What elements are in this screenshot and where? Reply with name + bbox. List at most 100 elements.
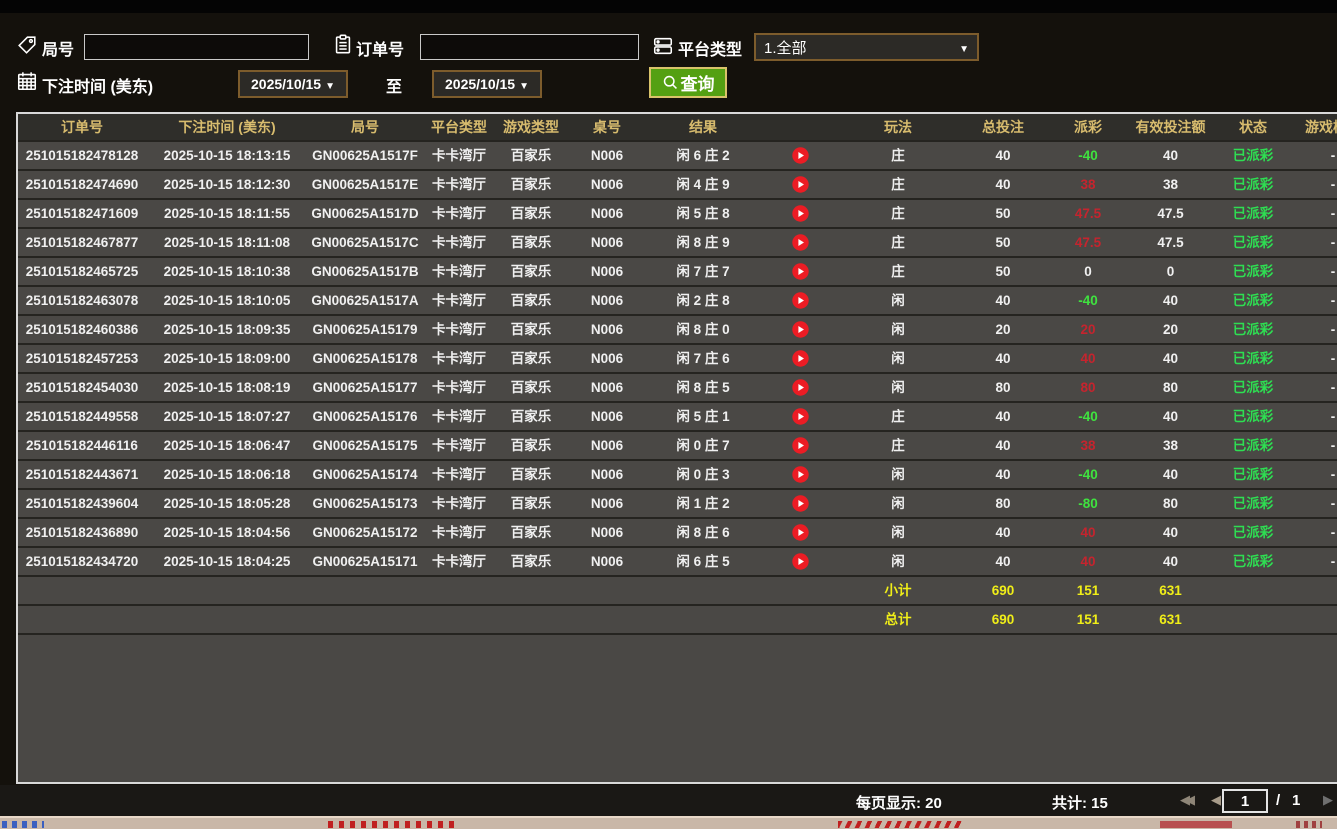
cell-order-number: 251015182446116 — [18, 432, 146, 459]
cell-result: 闲 8 庄 6 — [648, 519, 758, 546]
cell-round-number: GN00625A1517A — [308, 287, 422, 314]
cell-payout: 40 — [1053, 548, 1123, 575]
cell-result: 闲 8 庄 5 — [648, 374, 758, 401]
cell-game-type: 百家乐 — [496, 345, 566, 372]
cell-round-number: GN00625A15171 — [308, 548, 422, 575]
cell-total-bet: 50 — [953, 200, 1053, 227]
subtotal-valid-bet: 631 — [1123, 577, 1218, 604]
play-icon[interactable] — [792, 321, 809, 338]
cell-payout: -80 — [1053, 490, 1123, 517]
bet-time-label: 下注时间 (美东) — [42, 73, 153, 97]
cell-order-number: 251015182443671 — [18, 461, 146, 488]
column-header-0: 订单号 — [18, 114, 146, 140]
cell-order-number: 251015182436890 — [18, 519, 146, 546]
play-icon[interactable] — [792, 234, 809, 251]
cell-round-number: GN00625A15177 — [308, 374, 422, 401]
cell-video — [758, 200, 843, 227]
cell-round-number: GN00625A15178 — [308, 345, 422, 372]
date-from-picker[interactable]: 2025/10/15 — [238, 70, 348, 98]
cell-platform: 卡卡湾厅 — [422, 171, 496, 198]
cell-status: 已派彩 — [1218, 548, 1288, 575]
play-icon[interactable] — [792, 437, 809, 454]
column-header-2: 局号 — [308, 114, 422, 140]
cell-round-number: GN00625A1517F — [308, 142, 422, 169]
chevron-down-icon — [519, 76, 529, 92]
cell-bet-time: 2025-10-15 18:08:19 — [146, 374, 308, 401]
play-icon[interactable] — [792, 408, 809, 425]
grand-total-payout: 151 — [1053, 606, 1123, 633]
play-icon[interactable] — [792, 205, 809, 222]
column-header-1: 下注时间 (美东) — [146, 114, 308, 140]
play-icon[interactable] — [792, 350, 809, 367]
play-icon[interactable] — [792, 176, 809, 193]
column-header-13: 游戏模式 — [1288, 114, 1337, 140]
cell-order-number: 251015182460386 — [18, 316, 146, 343]
table-row: 251015182439604 2025-10-15 18:05:28 GN00… — [18, 488, 1337, 517]
date-to-picker[interactable]: 2025/10/15 — [432, 70, 542, 98]
table-body: 251015182478128 2025-10-15 18:13:15 GN00… — [18, 140, 1337, 575]
play-icon[interactable] — [792, 466, 809, 483]
cell-play-type: 庄 — [843, 171, 953, 198]
table-row: 251015182460386 2025-10-15 18:09:35 GN00… — [18, 314, 1337, 343]
cell-game-mode: - — [1288, 374, 1337, 401]
cell-game-type: 百家乐 — [496, 200, 566, 227]
table-row: 251015182457253 2025-10-15 18:09:00 GN00… — [18, 343, 1337, 372]
cell-round-number: GN00625A1517C — [308, 229, 422, 256]
column-header-10: 派彩 — [1053, 114, 1123, 140]
query-button-label: 查询 — [681, 70, 715, 95]
scoreboard-marks — [328, 821, 454, 828]
date-from-value: 2025/10/15 — [251, 76, 321, 92]
next-page-icon[interactable] — [1323, 792, 1333, 808]
query-button[interactable]: 查询 — [649, 67, 727, 98]
order-number-input[interactable] — [420, 34, 639, 60]
table-row: 251015182443671 2025-10-15 18:06:18 GN00… — [18, 459, 1337, 488]
platform-type-select[interactable]: 1.全部 — [754, 33, 979, 61]
cell-order-number: 251015182465725 — [18, 258, 146, 285]
play-icon[interactable] — [792, 553, 809, 570]
total-record-count: 共计: 15 — [1052, 792, 1108, 813]
cell-total-bet: 40 — [953, 403, 1053, 430]
cell-payout: 0 — [1053, 258, 1123, 285]
play-icon[interactable] — [792, 379, 809, 396]
play-icon[interactable] — [792, 495, 809, 512]
cell-result: 闲 0 庄 7 — [648, 432, 758, 459]
scoreboard-marks — [2, 821, 44, 828]
cell-bet-time: 2025-10-15 18:11:55 — [146, 200, 308, 227]
cell-table-number: N006 — [566, 200, 648, 227]
cell-result: 闲 2 庄 8 — [648, 287, 758, 314]
platform-type-label: 平台类型 — [678, 36, 742, 60]
round-number-input[interactable] — [84, 34, 309, 60]
cell-total-bet: 40 — [953, 345, 1053, 372]
cell-table-number: N006 — [566, 171, 648, 198]
play-icon[interactable] — [792, 524, 809, 541]
cell-status: 已派彩 — [1218, 287, 1288, 314]
play-icon[interactable] — [792, 292, 809, 309]
cell-payout: 47.5 — [1053, 200, 1123, 227]
play-icon[interactable] — [792, 147, 809, 164]
cell-total-bet: 40 — [953, 287, 1053, 314]
cell-video — [758, 548, 843, 575]
cell-valid-bet: 47.5 — [1123, 229, 1218, 256]
cell-game-mode: - — [1288, 200, 1337, 227]
scoreboard-marks — [1160, 821, 1232, 828]
cell-valid-bet: 0 — [1123, 258, 1218, 285]
cell-game-type: 百家乐 — [496, 287, 566, 314]
per-page-count: 每页显示: 20 — [856, 792, 942, 813]
cell-status: 已派彩 — [1218, 200, 1288, 227]
cell-valid-bet: 80 — [1123, 490, 1218, 517]
column-header-3: 平台类型 — [422, 114, 496, 140]
prev-page-icon[interactable] — [1211, 792, 1221, 808]
cell-play-type: 闲 — [843, 316, 953, 343]
cell-payout: -40 — [1053, 403, 1123, 430]
table-row: 251015182463078 2025-10-15 18:10:05 GN00… — [18, 285, 1337, 314]
cell-status: 已派彩 — [1218, 374, 1288, 401]
cell-game-type: 百家乐 — [496, 548, 566, 575]
cell-table-number: N006 — [566, 345, 648, 372]
background-window-strip — [0, 816, 1337, 829]
first-page-icon[interactable] — [1180, 792, 1190, 808]
page-number-input[interactable] — [1222, 789, 1268, 813]
cell-payout: -40 — [1053, 461, 1123, 488]
table-row: 251015182436890 2025-10-15 18:04:56 GN00… — [18, 517, 1337, 546]
cell-valid-bet: 47.5 — [1123, 200, 1218, 227]
play-icon[interactable] — [792, 263, 809, 280]
